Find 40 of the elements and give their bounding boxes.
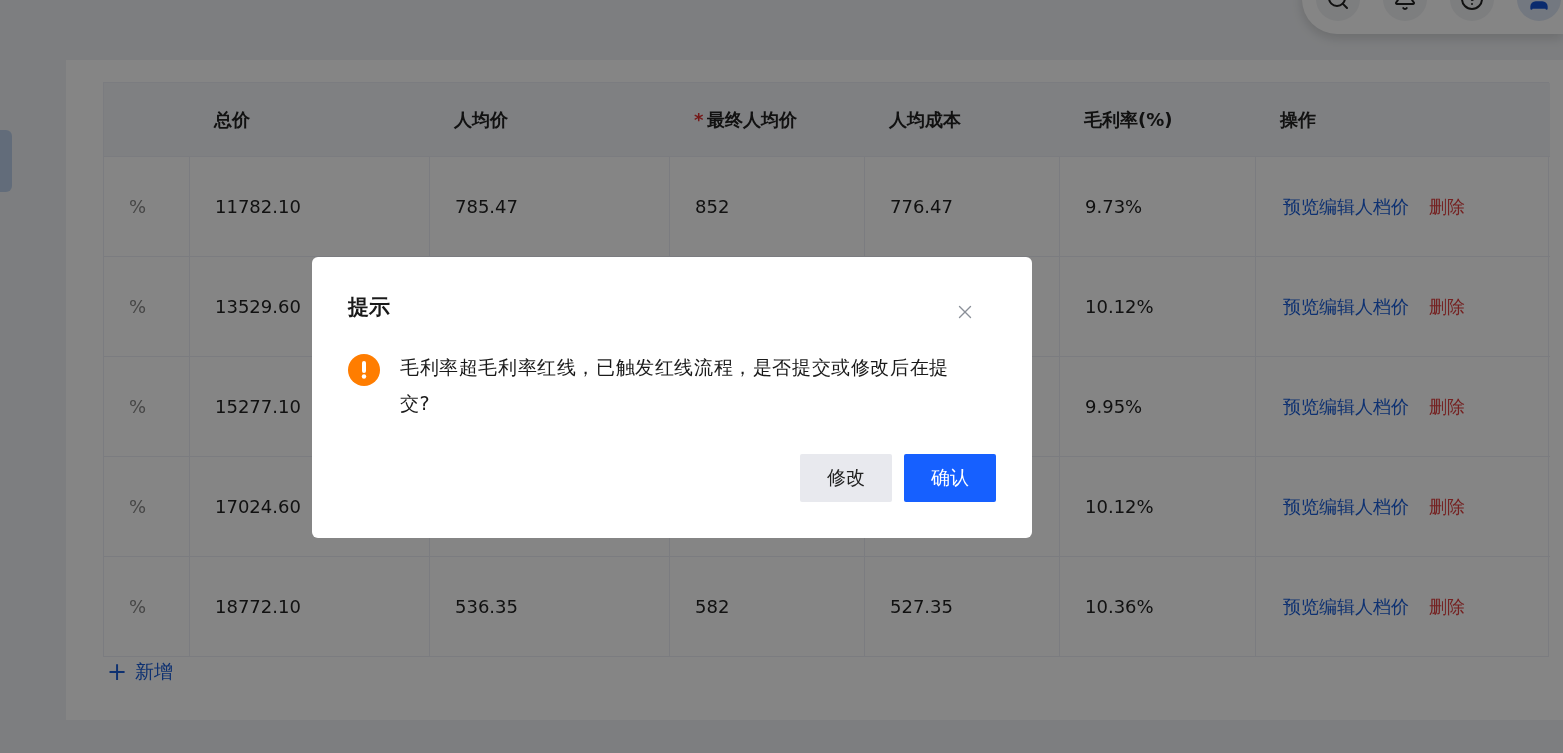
dialog-title: 提示 [348, 294, 390, 321]
delete-link[interactable]: 删除 [1429, 294, 1465, 319]
column-label: 总价 [214, 107, 250, 132]
column-label: 最终人均价 [707, 107, 798, 132]
table-cell: 9.95% [1059, 356, 1255, 456]
table-cell: 10.12% [1059, 256, 1255, 356]
table-cell: % [104, 556, 189, 656]
preview-edit-link[interactable]: 预览编辑人档价 [1283, 394, 1409, 419]
column-label: 人均价 [454, 107, 508, 132]
preview-edit-link[interactable]: 预览编辑人档价 [1283, 194, 1409, 219]
table-cell: % [104, 356, 189, 456]
table-cell: 10.36% [1059, 556, 1255, 656]
add-button[interactable]: + 新增 [103, 659, 174, 685]
table-cell: 18772.10 [189, 556, 429, 656]
preview-edit-link[interactable]: 预览编辑人档价 [1283, 594, 1409, 619]
table-cell: % [104, 156, 189, 256]
table-cell: 536.35 [429, 556, 669, 656]
table-cell: 776.47 [864, 156, 1059, 256]
table-cell: 852 [669, 156, 864, 256]
table-cell: 527.35 [864, 556, 1059, 656]
delete-link[interactable]: 删除 [1429, 194, 1465, 219]
table-cell: 9.73% [1059, 156, 1255, 256]
modify-button[interactable]: 修改 [800, 454, 892, 502]
column-label: 操作 [1280, 107, 1316, 132]
warning-icon [348, 354, 380, 386]
table-cell: % [104, 256, 189, 356]
delete-link[interactable]: 删除 [1429, 594, 1465, 619]
preview-edit-link[interactable]: 预览编辑人档价 [1283, 294, 1409, 319]
column-label: 人均成本 [889, 107, 961, 132]
table-cell: 10.12% [1059, 456, 1255, 556]
table-cell: 11782.10 [189, 156, 429, 256]
delete-link[interactable]: 删除 [1429, 394, 1465, 419]
table-cell: 785.47 [429, 156, 669, 256]
preview-edit-link[interactable]: 预览编辑人档价 [1283, 494, 1409, 519]
table-cell: 582 [669, 556, 864, 656]
delete-link[interactable]: 删除 [1429, 494, 1465, 519]
column-label: 毛利率(%) [1084, 107, 1173, 132]
table-cell: % [104, 456, 189, 556]
required-mark: * [694, 109, 704, 130]
confirm-button[interactable]: 确认 [904, 454, 996, 502]
